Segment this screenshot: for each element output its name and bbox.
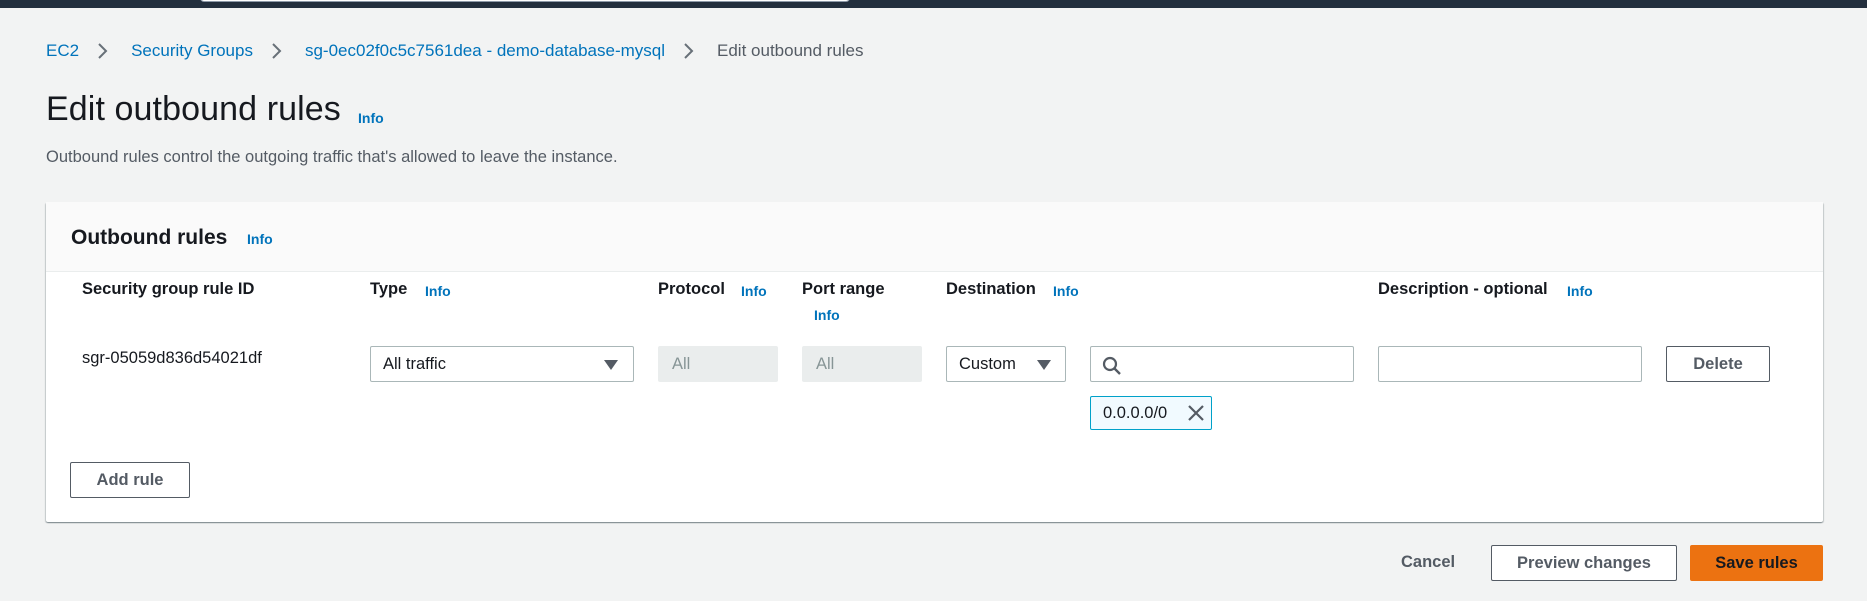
page-title: Edit outbound rules — [46, 90, 341, 128]
cancel-button[interactable]: Cancel — [1401, 553, 1455, 572]
column-header-port-range: Port range — [802, 280, 885, 298]
column-header-description: Description - optional — [1378, 280, 1548, 298]
panel-title: Outbound rules — [71, 226, 228, 249]
port-range-value: All — [816, 355, 835, 373]
delete-rule-button[interactable]: Delete — [1666, 346, 1770, 382]
page-info-link[interactable]: Info — [358, 110, 384, 126]
description-input[interactable] — [1378, 346, 1642, 382]
panel-header: Outbound rules Info — [46, 202, 1823, 272]
breadcrumb-current: Edit outbound rules — [717, 41, 864, 60]
add-rule-button[interactable]: Add rule — [70, 462, 190, 498]
breadcrumb-security-group[interactable]: sg-0ec02f0c5c7561dea - demo-database-mys… — [305, 41, 665, 61]
breadcrumb: EC2 Security Groups sg-0ec02f0c5c7561dea… — [46, 40, 864, 62]
global-search-input[interactable] — [200, 0, 850, 2]
port-range-info-link[interactable]: Info — [814, 307, 840, 323]
column-header-rule-id: Security group rule ID — [82, 280, 255, 298]
search-icon — [1102, 356, 1121, 375]
type-select-value: All traffic — [383, 355, 446, 373]
column-header-type: Type — [370, 280, 408, 298]
top-nav-bar — [0, 0, 1867, 8]
save-rules-button[interactable]: Save rules — [1690, 545, 1823, 581]
destination-type-select[interactable]: Custom — [946, 346, 1066, 382]
chevron-right-icon — [265, 40, 293, 62]
destination-token: 0.0.0.0/0 — [1090, 396, 1212, 430]
protocol-value: All — [672, 355, 691, 373]
breadcrumb-ec2[interactable]: EC2 — [46, 41, 79, 61]
port-range-field: All — [802, 346, 922, 382]
chevron-right-icon — [677, 40, 705, 62]
type-select[interactable]: All traffic — [370, 346, 634, 382]
caret-down-icon — [604, 360, 618, 370]
rule-id-value: sgr-05059d836d54021df — [82, 349, 262, 367]
column-header-destination: Destination — [946, 280, 1036, 298]
close-icon[interactable] — [1187, 404, 1205, 422]
chevron-right-icon — [91, 40, 119, 62]
preview-changes-button[interactable]: Preview changes — [1491, 545, 1677, 581]
page-description: Outbound rules control the outgoing traf… — [46, 148, 618, 166]
panel-info-link[interactable]: Info — [247, 231, 273, 247]
protocol-info-link[interactable]: Info — [741, 283, 767, 299]
type-info-link[interactable]: Info — [425, 283, 451, 299]
destination-token-label: 0.0.0.0/0 — [1103, 404, 1168, 422]
column-header-protocol: Protocol — [658, 280, 725, 298]
protocol-field: All — [658, 346, 778, 382]
destination-info-link[interactable]: Info — [1053, 283, 1079, 299]
caret-down-icon — [1037, 360, 1051, 370]
breadcrumb-security-groups[interactable]: Security Groups — [131, 41, 253, 61]
description-info-link[interactable]: Info — [1567, 283, 1593, 299]
destination-type-value: Custom — [959, 355, 1016, 373]
destination-search-input[interactable] — [1090, 346, 1354, 382]
